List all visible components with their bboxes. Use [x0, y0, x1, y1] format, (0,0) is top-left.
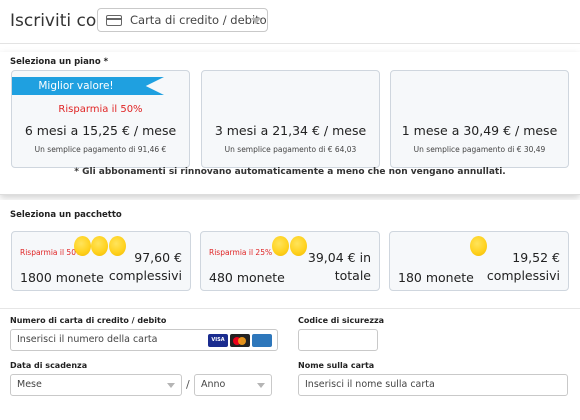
card-form: Numero di carta di credito / debito Inse… — [0, 308, 580, 420]
package-coins: 480 monete — [209, 270, 285, 285]
credit-card-icon — [106, 15, 122, 26]
card-number-placeholder: Inserisci il numero della carta — [17, 334, 158, 345]
chevron-down-icon — [257, 383, 265, 388]
chevron-down-icon — [251, 18, 261, 24]
plan-card-6-months[interactable]: Miglior valore! Risparmia il 50% 6 mesi … — [11, 70, 190, 168]
name-on-card-input[interactable]: Inserisci il nome sulla carta — [298, 374, 568, 396]
plan-title: 3 mesi a 21,34 € / mese — [214, 123, 367, 138]
package-savings: Risparmia il 25% — [209, 248, 273, 257]
expiry-label: Data di scadenza — [10, 361, 88, 370]
expiry-month-select[interactable]: Mese — [10, 374, 182, 396]
expiry-year-value: Anno — [201, 379, 226, 390]
coin-icon — [91, 236, 108, 256]
coin-icon — [74, 236, 91, 256]
card-number-label: Numero di carta di credito / debito — [10, 316, 167, 325]
payment-method-dropdown[interactable]: Carta di credito / debito — [97, 8, 268, 32]
chevron-down-icon — [167, 383, 175, 388]
name-on-card-placeholder: Inserisci il nome sulla carta — [305, 379, 435, 390]
packages-section-title: Seleziona un pacchetto — [10, 210, 122, 220]
plan-payment-note: Un semplice pagamento di € 64,03 — [224, 145, 357, 154]
security-code-label: Codice di sicurezza — [298, 316, 385, 325]
package-card-1800[interactable]: Risparmia il 50% 1800 monete 97,60 € com… — [11, 231, 191, 291]
amex-logo-icon — [252, 334, 272, 347]
plans-section-title: Seleziona un piano * — [10, 57, 109, 67]
plans-section: Seleziona un piano * Miglior valore! Ris… — [0, 52, 580, 195]
coin-icon — [109, 236, 126, 256]
name-on-card-label: Nome sulla carta — [298, 361, 375, 370]
mastercard-logo-icon — [230, 334, 250, 347]
expiry-month-value: Mese — [17, 379, 42, 390]
package-card-180[interactable]: 180 monete 19,52 € complessivi — [389, 231, 569, 291]
visa-logo-icon: VISA — [208, 334, 228, 347]
package-card-480[interactable]: Risparmia il 25% 480 monete 39,04 € in t… — [200, 231, 380, 291]
card-brand-logos: VISA — [208, 334, 272, 347]
auto-renew-note: * Gli abbonamenti si rinnovano automatic… — [74, 167, 506, 177]
signup-label: Iscriviti con — [10, 11, 108, 31]
card-number-input[interactable]: Inserisci il numero della carta VISA — [10, 329, 278, 351]
package-coins: 180 monete — [398, 270, 474, 285]
best-value-banner: Miglior valore! — [12, 77, 164, 95]
plan-card-3-months[interactable]: 3 mesi a 21,34 € / mese Un semplice paga… — [201, 70, 380, 168]
security-code-input[interactable] — [298, 329, 378, 351]
plan-title: 6 mesi a 15,25 € / mese — [24, 123, 177, 138]
package-total: 97,60 € complessivi — [108, 250, 182, 283]
package-total: 19,52 € complessivi — [486, 250, 560, 283]
packages-section: Seleziona un pacchetto Risparmia il 50% … — [0, 200, 580, 300]
plan-title: 1 mese a 30,49 € / mese — [401, 123, 558, 138]
expiry-year-select[interactable]: Anno — [194, 374, 272, 396]
payment-method-value: Carta di credito / debito — [130, 13, 267, 27]
coin-icon — [470, 236, 487, 256]
plan-card-1-month[interactable]: 1 mese a 30,49 € / mese Un semplice paga… — [390, 70, 569, 168]
coin-icon — [290, 236, 307, 256]
plan-payment-note: Un semplice pagamento di 91,46 € — [34, 145, 167, 154]
coin-icon — [272, 236, 289, 256]
signup-method-row: Iscriviti con Carta di credito / debito — [0, 0, 580, 44]
plan-savings: Risparmia il 50% — [58, 104, 143, 115]
plan-payment-note: Un semplice pagamento di € 30,49 — [413, 145, 546, 154]
expiry-separator: / — [186, 378, 190, 391]
